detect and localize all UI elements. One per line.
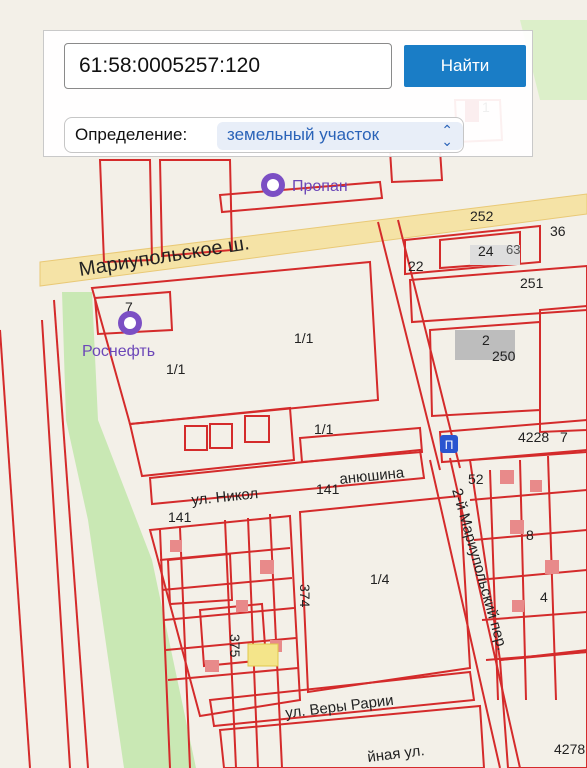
definition-selected-value: земельный участок <box>227 125 380 144</box>
parcel-label: 4 <box>540 589 548 605</box>
parcel-label: 141 <box>168 509 192 525</box>
svg-text:П: П <box>445 438 454 452</box>
parcel-label: 374 <box>297 584 313 608</box>
parcel-label: 4228 <box>518 429 549 445</box>
parcel-label: 141 <box>316 481 340 497</box>
poi-label: Пропан <box>292 178 348 195</box>
parcel-label: 24 <box>478 243 494 259</box>
parcel-label: 252 <box>470 208 494 224</box>
parcel-label: 7 <box>560 429 568 445</box>
parcel-label: 1/4 <box>370 571 390 587</box>
parcel-label: 1/1 <box>294 330 314 346</box>
parcel-label: 250 <box>492 348 516 364</box>
highlighted-parcel <box>247 643 279 667</box>
parcel-label: 1/1 <box>166 361 186 377</box>
definition-row: Определение: земельный участок ⌃ ⌄ <box>64 117 464 153</box>
parcel-label: 63 <box>506 242 520 257</box>
parcel-label: 251 <box>520 275 544 291</box>
cadastral-number-input[interactable] <box>64 43 392 89</box>
parcel-label: 2 <box>482 332 490 348</box>
parcel-label: 1/1 <box>314 421 334 437</box>
search-panel: Найти Определение: земельный участок ⌃⌄ <box>43 30 533 157</box>
parcel-label: 36 <box>550 223 566 239</box>
parcel-label: 8 <box>526 527 534 543</box>
parcel-label: 22 <box>408 258 424 274</box>
chevron-up-down-icon: ⌃ ⌄ <box>441 122 453 149</box>
parcel-label: 4278 <box>554 741 585 757</box>
definition-label: Определение: <box>75 125 188 144</box>
poi-label: Роснефть <box>82 343 155 360</box>
find-button[interactable]: Найти <box>404 45 526 87</box>
parcel-label: 375 <box>227 634 243 658</box>
parcel-label: 52 <box>468 471 484 487</box>
definition-select[interactable]: земельный участок ⌃ ⌄ <box>217 122 463 150</box>
search-row: Найти <box>64 43 528 89</box>
